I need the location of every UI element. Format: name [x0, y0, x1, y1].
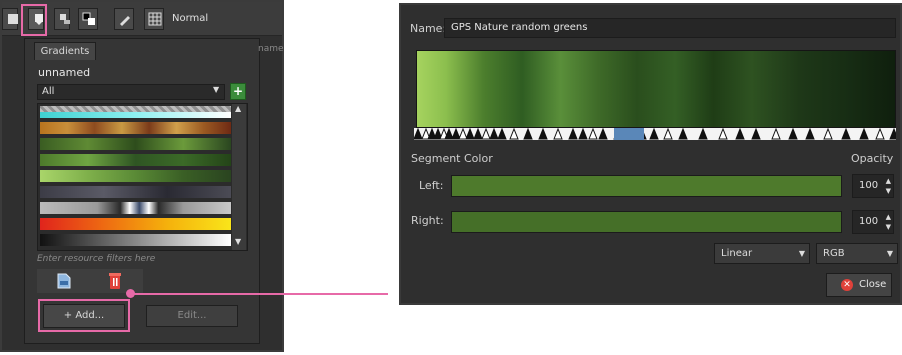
toolbar-button-1[interactable]	[2, 8, 18, 30]
gradient-swatch[interactable]	[40, 106, 231, 118]
right-opacity-spinner[interactable]: 100 ▲ ▼	[852, 210, 894, 234]
right-color-label: Right:	[411, 214, 444, 227]
right-color-button[interactable]	[451, 211, 842, 233]
partial-column-label: name	[258, 44, 284, 54]
gradient-stop-marker	[649, 127, 659, 140]
gradient-stop-marker	[663, 127, 673, 140]
resource-filter-input[interactable]: Enter resource filters here	[37, 254, 242, 268]
close-button[interactable]: ✕ Close	[826, 273, 892, 297]
blending-mode-select[interactable]: Linear ▼	[714, 243, 810, 264]
gradient-stop-marker	[538, 127, 548, 140]
gradient-items	[38, 104, 238, 250]
gradient-stop-marker	[823, 127, 833, 140]
chevron-down-icon: ▼	[798, 249, 805, 258]
gradient-stop-marker	[788, 127, 798, 140]
gradient-stop-marker	[859, 127, 869, 140]
gradient-stop-marker	[598, 127, 608, 140]
gradient-swatch[interactable]	[40, 218, 231, 230]
chevron-down-icon: ▼	[886, 249, 893, 258]
toolbar-button-6[interactable]	[144, 8, 164, 30]
gradient-stop-marker	[553, 127, 563, 140]
gradient-button-highlight	[21, 4, 47, 36]
callout-dot	[126, 289, 135, 298]
gradient-stop-marker	[413, 127, 423, 140]
toolbar-button-4[interactable]	[78, 8, 98, 30]
gradient-stop-marker	[751, 127, 761, 140]
scroll-down-icon[interactable]: ▼	[235, 237, 241, 246]
resource-name-label: unnamed	[38, 66, 91, 79]
blending-mode-value: Linear	[721, 248, 753, 259]
gradient-stop-marker	[451, 127, 461, 140]
delete-resource-button[interactable]	[107, 271, 123, 291]
gradient-stop-bar[interactable]	[413, 127, 899, 140]
spinner-arrows-icon[interactable]: ▲ ▼	[886, 212, 891, 232]
scroll-up-icon[interactable]: ▲	[235, 104, 241, 113]
gradient-preview[interactable]	[416, 50, 896, 128]
gradient-stop-marker	[465, 127, 475, 140]
gradient-stop-marker	[509, 127, 519, 140]
gradient-stop-marker	[458, 127, 468, 140]
brush-icon	[8, 14, 18, 24]
swap-colors-icon	[82, 12, 95, 25]
gradient-swatch[interactable]	[40, 186, 231, 198]
spinner-arrows-icon[interactable]: ▲ ▼	[886, 176, 891, 196]
gradient-name-input[interactable]: GPS Nature random greens	[444, 18, 896, 38]
toolbar-button-3[interactable]	[54, 8, 70, 30]
gradient-swatch[interactable]	[40, 122, 231, 134]
gradient-stop-marker	[771, 127, 781, 140]
left-opacity-spinner[interactable]: 100 ▲ ▼	[852, 174, 894, 198]
gradient-stop-marker	[805, 127, 815, 140]
name-label: Name:	[410, 22, 447, 35]
left-opacity-value: 100	[859, 180, 879, 191]
selected-segment	[614, 128, 644, 140]
edit-gradient-button[interactable]: Edit...	[146, 305, 238, 327]
grid-icon	[148, 12, 162, 26]
gradient-stop-marker	[497, 127, 507, 140]
segment-color-label: Segment Color	[411, 152, 493, 165]
opacity-label: Opacity	[851, 152, 894, 165]
gradient-stop-marker	[523, 127, 533, 140]
gradient-stop-marker	[481, 127, 491, 140]
import-resource-button[interactable]	[55, 272, 73, 290]
add-tag-button[interactable]: +	[230, 83, 246, 100]
callout-connector	[130, 293, 388, 295]
gradient-stop-marker	[568, 127, 578, 140]
tag-filter-select[interactable]: All	[37, 84, 225, 100]
gradient-stop-marker	[875, 127, 885, 140]
close-button-label: Close	[859, 279, 887, 290]
gradient-stop-marker	[698, 127, 708, 140]
pen-icon	[120, 16, 130, 26]
gradient-stop-marker	[735, 127, 745, 140]
toolbar-button-5[interactable]	[114, 8, 134, 30]
gradient-stop-marker	[718, 127, 728, 140]
gradient-stop-marker	[678, 127, 688, 140]
blend-mode-label[interactable]: Normal	[172, 8, 208, 30]
color-model-select[interactable]: RGB ▼	[816, 243, 898, 264]
pattern-icon	[60, 14, 70, 24]
gradient-swatch[interactable]	[40, 202, 231, 214]
gradient-swatch[interactable]	[40, 234, 231, 246]
tab-gradients[interactable]: Gradients	[34, 42, 96, 60]
gradient-stop-marker	[841, 127, 851, 140]
gradient-swatch[interactable]	[40, 138, 231, 150]
color-model-value: RGB	[823, 248, 845, 259]
chevron-down-icon: ▼	[213, 85, 220, 94]
left-color-button[interactable]	[451, 175, 842, 197]
gradient-swatch[interactable]	[40, 170, 231, 182]
right-opacity-value: 100	[859, 216, 879, 227]
gradient-stops[interactable]	[413, 127, 899, 140]
left-color-label: Left:	[419, 179, 444, 192]
gradient-stop-marker	[489, 127, 499, 140]
gradient-stop-marker	[473, 127, 483, 140]
trash-icon	[109, 273, 121, 289]
import-icon	[57, 273, 71, 289]
gradient-stop-marker	[578, 127, 588, 140]
gradient-stop-marker	[588, 127, 598, 140]
gradient-stop-marker	[889, 127, 899, 140]
add-button-highlight	[38, 299, 130, 332]
close-icon: ✕	[841, 279, 853, 291]
gradient-swatch[interactable]	[40, 154, 231, 166]
scrollbar[interactable]	[232, 104, 246, 250]
